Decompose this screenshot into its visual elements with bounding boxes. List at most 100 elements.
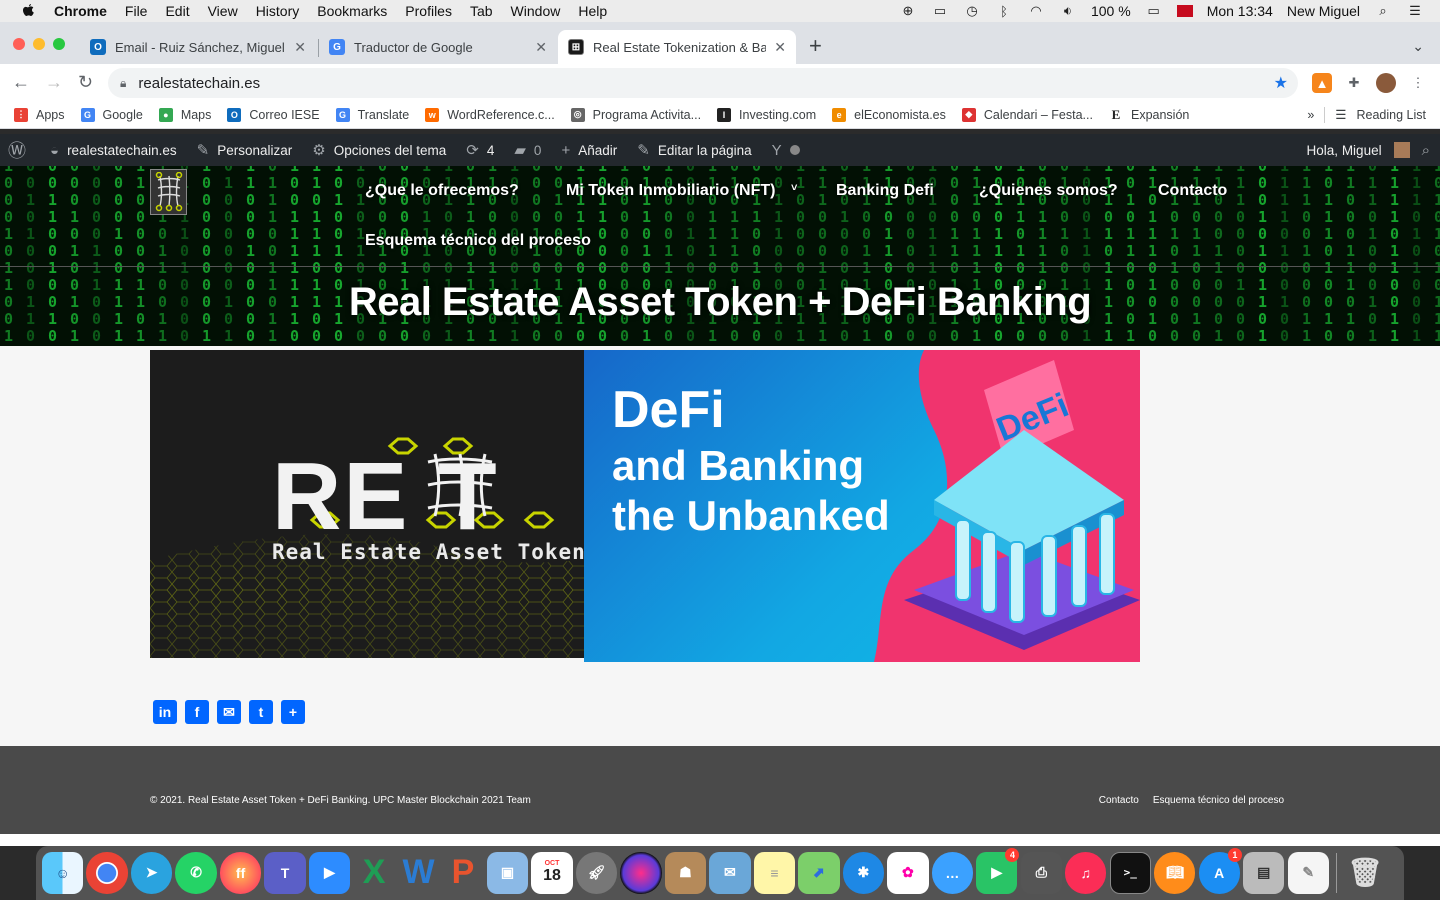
bookmark-star-icon[interactable]: ★: [1274, 73, 1288, 93]
apple-logo-icon[interactable]: [20, 3, 36, 19]
reading-list-icon[interactable]: ☰: [1335, 107, 1346, 122]
reload-icon[interactable]: ↻: [78, 72, 93, 92]
wp-search-icon[interactable]: ⌕: [1422, 142, 1430, 159]
bookmark-item[interactable]: ◎ Programa Activita...: [570, 107, 701, 122]
printer-icon[interactable]: ⎙: [1020, 852, 1062, 894]
reading-list-button[interactable]: Reading List: [1357, 108, 1427, 122]
bookmark-item[interactable]: ⋮ Apps: [14, 107, 65, 122]
teams-icon[interactable]: T: [264, 852, 306, 894]
menu-help[interactable]: Help: [578, 3, 607, 19]
footer-link-esquema[interactable]: Esquema técnico del proceso: [1153, 795, 1284, 806]
whatsapp-icon[interactable]: ✆: [175, 852, 217, 894]
bookmark-item[interactable]: e elEconomista.es: [832, 107, 946, 122]
tab-search-chevron-icon[interactable]: ⌄: [1412, 38, 1424, 55]
menu-edit[interactable]: Edit: [165, 3, 189, 19]
powerpoint-icon[interactable]: P: [442, 852, 483, 893]
launchpad-rocket-icon[interactable]: 🚀︎: [575, 852, 618, 894]
input-source-flag-icon[interactable]: [1176, 5, 1193, 17]
scanner-icon[interactable]: ▤: [1243, 852, 1285, 894]
close-tab-icon[interactable]: ✕: [294, 39, 306, 56]
wp-comments-link[interactable]: ▰ 0: [514, 141, 541, 159]
linkedin-share-icon[interactable]: in: [153, 700, 177, 724]
notes-icon[interactable]: ≡: [753, 852, 796, 894]
nav-esquema-tecnico[interactable]: Esquema técnico del proceso: [365, 232, 591, 250]
window-minimize-button[interactable]: [33, 38, 45, 50]
lock-icon[interactable]: 🔒︎: [120, 76, 126, 91]
music-icon[interactable]: ♫: [1065, 852, 1107, 894]
vpn-globe-icon[interactable]: ⊕: [899, 3, 917, 18]
tab-email[interactable]: O Email - Ruiz Sánchez, Miguel - ✕: [80, 30, 316, 64]
url-text[interactable]: realestatechain.es: [138, 75, 260, 92]
battery-icon[interactable]: ▭: [1145, 3, 1163, 18]
menu-bookmarks[interactable]: Bookmarks: [317, 3, 387, 19]
nav-contacto[interactable]: Contacto: [1158, 182, 1227, 200]
site-logo[interactable]: [150, 169, 187, 215]
messages-icon[interactable]: …: [931, 852, 973, 894]
menu-chrome[interactable]: Chrome: [54, 3, 107, 19]
menu-tab[interactable]: Tab: [470, 3, 493, 19]
menu-window[interactable]: Window: [511, 3, 561, 19]
bookmark-item[interactable]: ● Maps: [158, 107, 211, 122]
bluetooth-icon[interactable]: ᛒ: [995, 4, 1013, 19]
photos-icon[interactable]: ✿: [887, 852, 929, 894]
extensions-puzzle-icon[interactable]: ✚: [1344, 73, 1364, 93]
mail-stamp-icon[interactable]: ✉: [709, 852, 751, 894]
close-tab-icon[interactable]: ✕: [774, 39, 786, 56]
bookmark-item[interactable]: G Google: [80, 107, 143, 122]
books-icon[interactable]: 📖︎: [1154, 852, 1196, 894]
wifi-icon[interactable]: ◠: [1027, 3, 1045, 18]
chrome-icon[interactable]: [86, 852, 128, 894]
bookmark-item[interactable]: G Translate: [335, 107, 409, 122]
wp-add-new-link[interactable]: + Añadir: [561, 142, 617, 159]
nav-quienes-somos[interactable]: ¿Quienes somos?: [979, 182, 1118, 200]
facetime-icon[interactable]: ▶ 4: [976, 848, 1020, 894]
metamask-fox-icon[interactable]: ▲: [1312, 73, 1332, 93]
wordpress-logo-icon[interactable]: Ⓦ: [8, 137, 34, 163]
tab-translate[interactable]: G Traductor de Google ✕: [319, 30, 557, 64]
finder-icon[interactable]: ☺: [42, 852, 84, 894]
menu-history[interactable]: History: [256, 3, 300, 19]
time-machine-icon[interactable]: ◷: [963, 3, 981, 18]
menubar-clock[interactable]: Mon 13:34: [1207, 3, 1273, 19]
facebook-share-icon[interactable]: f: [185, 700, 209, 724]
volume-icon[interactable]: 🔉︎: [1059, 3, 1077, 18]
firefox-icon[interactable]: ff: [219, 852, 262, 894]
bookmark-item[interactable]: w WordReference.c...: [425, 107, 555, 122]
nav-que-ofrecemos[interactable]: ¿Que le ofrecemos?: [365, 182, 519, 200]
add-share-icon[interactable]: +: [281, 700, 305, 724]
terminal-icon[interactable]: >_: [1109, 852, 1151, 894]
telegram-icon[interactable]: ➤: [130, 852, 173, 894]
zoom-icon[interactable]: ▶: [308, 852, 351, 894]
menu-view[interactable]: View: [208, 3, 238, 19]
new-tab-button[interactable]: +: [809, 35, 822, 57]
window-close-button[interactable]: [13, 38, 25, 50]
twitter-share-icon[interactable]: t: [249, 700, 273, 724]
address-bar[interactable]: 🔒︎ realestatechain.es ★: [108, 68, 1298, 98]
contacts-icon[interactable]: ☗: [664, 852, 707, 894]
tab-realestatechain[interactable]: ⊞ Real Estate Tokenization & Ban ✕: [558, 30, 796, 64]
bookmark-item[interactable]: O Correo IESE: [227, 107, 320, 122]
menu-profiles[interactable]: Profiles: [405, 3, 452, 19]
wp-site-link[interactable]: ◒ realestatechain.es: [50, 142, 177, 159]
close-tab-icon[interactable]: ✕: [535, 39, 547, 56]
more-bookmarks-chevron-icon[interactable]: »: [1307, 108, 1314, 122]
bookmark-item[interactable]: I Investing.com: [717, 107, 816, 122]
back-arrow-icon[interactable]: ←: [12, 72, 30, 92]
nav-banking-defi[interactable]: Banking Defi: [836, 182, 934, 200]
yoast-seo-icon[interactable]: Y: [772, 142, 800, 159]
nav-dropdown-caret-icon[interactable]: ˅: [791, 182, 797, 194]
wp-customize-link[interactable]: ✎ Personalizar: [197, 141, 293, 159]
spotlight-search-icon[interactable]: ⌕: [1374, 3, 1392, 18]
safari-compass-icon[interactable]: ✱: [842, 852, 885, 894]
menubar-user[interactable]: New Miguel: [1287, 3, 1360, 19]
footer-link-contacto[interactable]: Contacto: [1099, 795, 1139, 806]
word-icon[interactable]: W: [398, 852, 439, 893]
siri-icon[interactable]: [620, 852, 662, 894]
window-zoom-button[interactable]: [53, 38, 65, 50]
forward-arrow-icon[interactable]: →: [45, 72, 63, 92]
nav-mi-token[interactable]: Mi Token Inmobiliario (NFT): [566, 182, 775, 200]
wp-theme-options-link[interactable]: ⚙ Opciones del tema: [312, 141, 446, 159]
wp-edit-page-link[interactable]: ✎ Editar la página: [637, 141, 751, 159]
maps-icon[interactable]: ⬈: [798, 852, 840, 894]
excel-icon[interactable]: X: [353, 852, 394, 893]
